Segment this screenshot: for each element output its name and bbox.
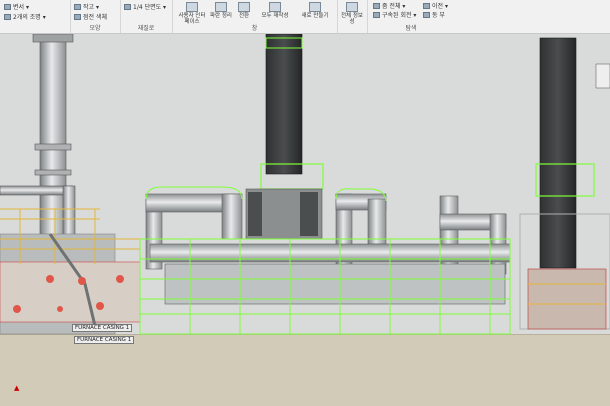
model-viewport[interactable]: FURNACE CASING 1 FURNACE CASING 1 ▲ (0, 34, 610, 406)
tile-windows-button[interactable]: 파란 정리 (210, 1, 232, 19)
regen-icon (269, 2, 281, 12)
light-icon (4, 13, 11, 20)
previous-icon (423, 2, 430, 9)
ribbon-group-lighting: 변서 ▾ 2개의 조명 ▾ (0, 0, 71, 33)
constrained-orbit-button[interactable]: 구속된 회전 ▾ (373, 10, 416, 19)
fullscreen-icon (346, 2, 358, 12)
ribbon-group-navigation: 줌 전체 ▾ 구속된 회전 ▾ 이전 ▾ 동 부 탐색 (367, 0, 455, 33)
previous-button[interactable]: 이전 ▾ (423, 1, 448, 10)
ribbon-group-window: 사용자 인터페이스 파란 정리 전환 모두 재작성 새로 만들기 창 (172, 0, 338, 33)
component-tag[interactable]: FURNACE CASING 1 (74, 336, 135, 344)
component-tag[interactable]: FURNACE CASING 1 (72, 324, 133, 332)
ribbon-group-material: 1/4 단면도 ▾ 재질로 (120, 0, 173, 33)
point-color-button[interactable]: 점전 색체 (74, 12, 107, 21)
lights-dropdown[interactable]: 2개의 조명 ▾ (4, 12, 46, 21)
ribbon-group-label: 재질로 (137, 25, 155, 32)
ducting[interactable] (145, 193, 511, 305)
center-stack[interactable] (245, 34, 324, 240)
switch-window-button[interactable]: 전환 (234, 1, 254, 19)
ui-icon (186, 2, 198, 12)
left-stack[interactable] (0, 34, 76, 247)
small-button[interactable]: 작고 ▾ (74, 2, 99, 11)
ribbon-group-label: 모양 (89, 25, 101, 32)
ribbon-toolbar: 변서 ▾ 2개의 조명 ▾ 작고 ▾ 점전 색체 모양 1/4 단면도 ▾ 재질… (0, 0, 610, 34)
variant-button[interactable]: 변서 ▾ (4, 2, 29, 11)
xyz-axis-icon: ▲ (14, 384, 20, 392)
ribbon-group-shape: 작고 ▾ 점전 색체 모양 (70, 0, 121, 33)
new-window-icon (309, 2, 321, 12)
color-icon (74, 13, 81, 20)
ribbon-group-fullscreen: 전체 정보 성 (337, 0, 368, 33)
regen-all-button[interactable]: 모두 재작성 (256, 1, 294, 19)
pan-button[interactable]: 동 부 (423, 10, 445, 19)
ribbon-group-label: 탐색 (405, 25, 417, 32)
section-icon (124, 3, 131, 10)
zoom-icon (373, 2, 380, 9)
section-dropdown[interactable]: 1/4 단면도 ▾ (124, 2, 166, 11)
shape-icon (74, 3, 81, 10)
orbit-icon (373, 11, 380, 18)
switch-icon (238, 2, 250, 12)
tile-icon (215, 2, 227, 12)
variant-icon (4, 3, 11, 10)
plant-model[interactable] (0, 34, 610, 405)
new-window-button[interactable]: 새로 만들기 (296, 1, 334, 19)
right-stack[interactable] (535, 37, 595, 269)
ribbon-group-label: 창 (251, 25, 258, 32)
zoom-all-button[interactable]: 줌 전체 ▾ (373, 1, 405, 10)
pan-icon (423, 11, 430, 18)
user-interface-button[interactable]: 사용자 인터페이스 (176, 1, 208, 25)
full-screen-button[interactable]: 전체 정보 성 (339, 1, 365, 25)
